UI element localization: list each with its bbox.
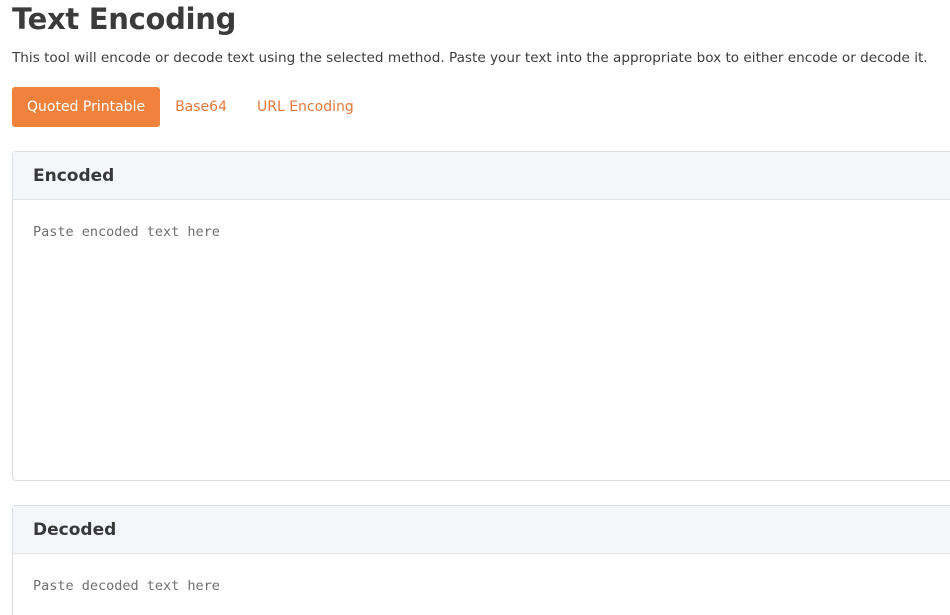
tab-url-encoding[interactable]: URL Encoding [242, 87, 369, 127]
encoding-method-tabs: Quoted Printable Base64 URL Encoding [12, 87, 369, 127]
encoded-textarea[interactable] [13, 200, 950, 480]
text-encoding-page: Text Encoding This tool will encode or d… [0, 0, 950, 615]
tab-quoted-printable[interactable]: Quoted Printable [12, 87, 161, 127]
encoded-card: Encoded [12, 151, 950, 481]
decoded-card-header: Decoded [13, 506, 950, 554]
tab-base64[interactable]: Base64 [160, 87, 242, 127]
page-title: Text Encoding [12, 2, 237, 36]
decoded-card: Decoded [12, 505, 950, 615]
decoded-textarea[interactable] [13, 554, 950, 615]
page-description: This tool will encode or decode text usi… [12, 50, 928, 66]
encoded-card-header: Encoded [13, 152, 950, 200]
